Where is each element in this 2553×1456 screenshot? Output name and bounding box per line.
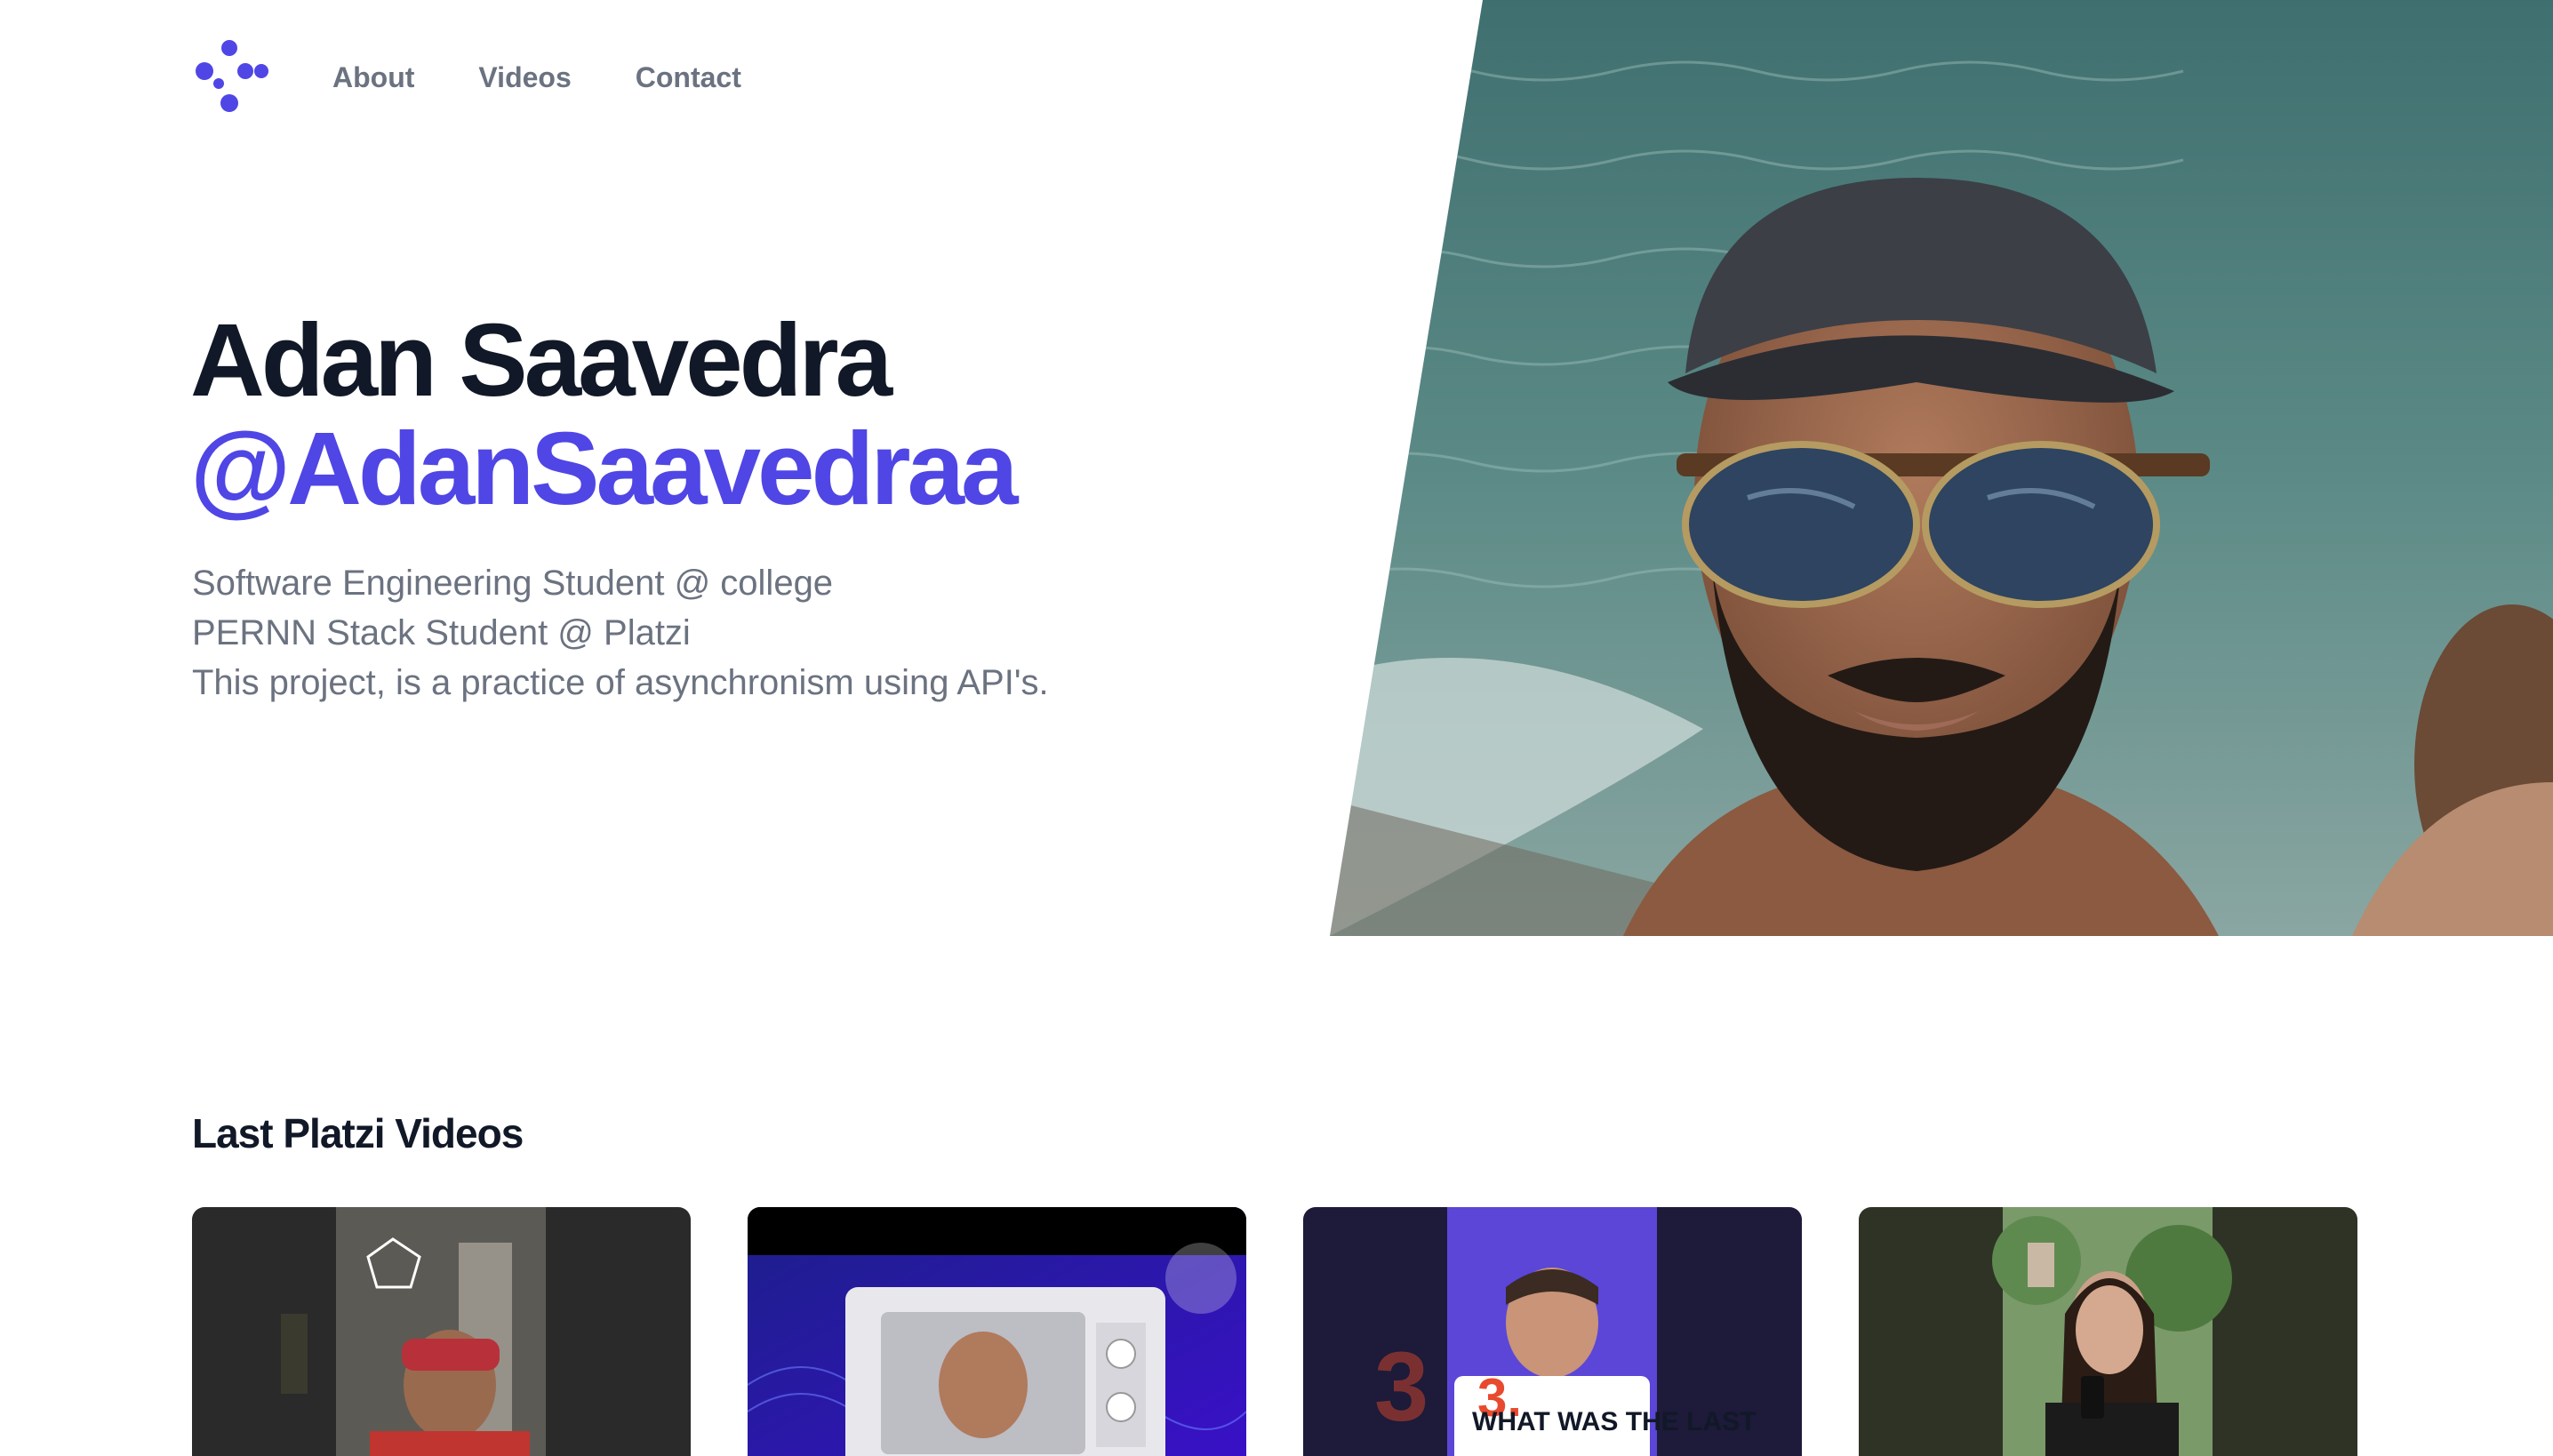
top-nav: About Videos Contact (192, 39, 805, 116)
svg-text:3: 3 (1374, 1332, 1429, 1442)
hero-name: Adan Saavedra (190, 302, 892, 418)
video-card[interactable] (1859, 1207, 2357, 1456)
nav-link-contact[interactable]: Contact (636, 39, 741, 116)
person-phone-thumb (1859, 1207, 2357, 1456)
section-title-videos: Last Platzi Videos (192, 1110, 524, 1156)
bio-line: Software Engineering Student @ college (192, 564, 834, 603)
person-pentagon-thumb (192, 1207, 691, 1456)
video-card[interactable] (748, 1207, 1246, 1456)
hero-photo (1330, 0, 2553, 936)
thumb-sign-text: What was the last (1472, 1407, 1757, 1436)
bio-line: This project, is a practice of asynchron… (192, 663, 1049, 702)
nav-link-about[interactable]: About (332, 39, 414, 116)
nav-link-videos[interactable]: Videos (478, 39, 571, 116)
video-card[interactable]: 3 3. What was the last (1303, 1207, 1802, 1456)
hero-handle: @AdanSaavedraa (190, 411, 1019, 526)
bio-line: PERNN Stack Student @ Platzi (192, 613, 691, 652)
video-cards: 3 3. What was the last (192, 1207, 2357, 1456)
hero-bio: Software Engineering Student @ college P… (192, 558, 1348, 708)
person-microwave-thumb (748, 1207, 1246, 1456)
video-card[interactable] (192, 1207, 691, 1456)
hero-title: Adan Saavedra @AdanSaavedraa (190, 306, 1346, 523)
profile-photo-illustration (1330, 0, 2553, 936)
page: About Videos Contact Adan Saavedra @Adan… (0, 0, 2553, 1456)
dots-logo-icon[interactable] (192, 39, 268, 116)
